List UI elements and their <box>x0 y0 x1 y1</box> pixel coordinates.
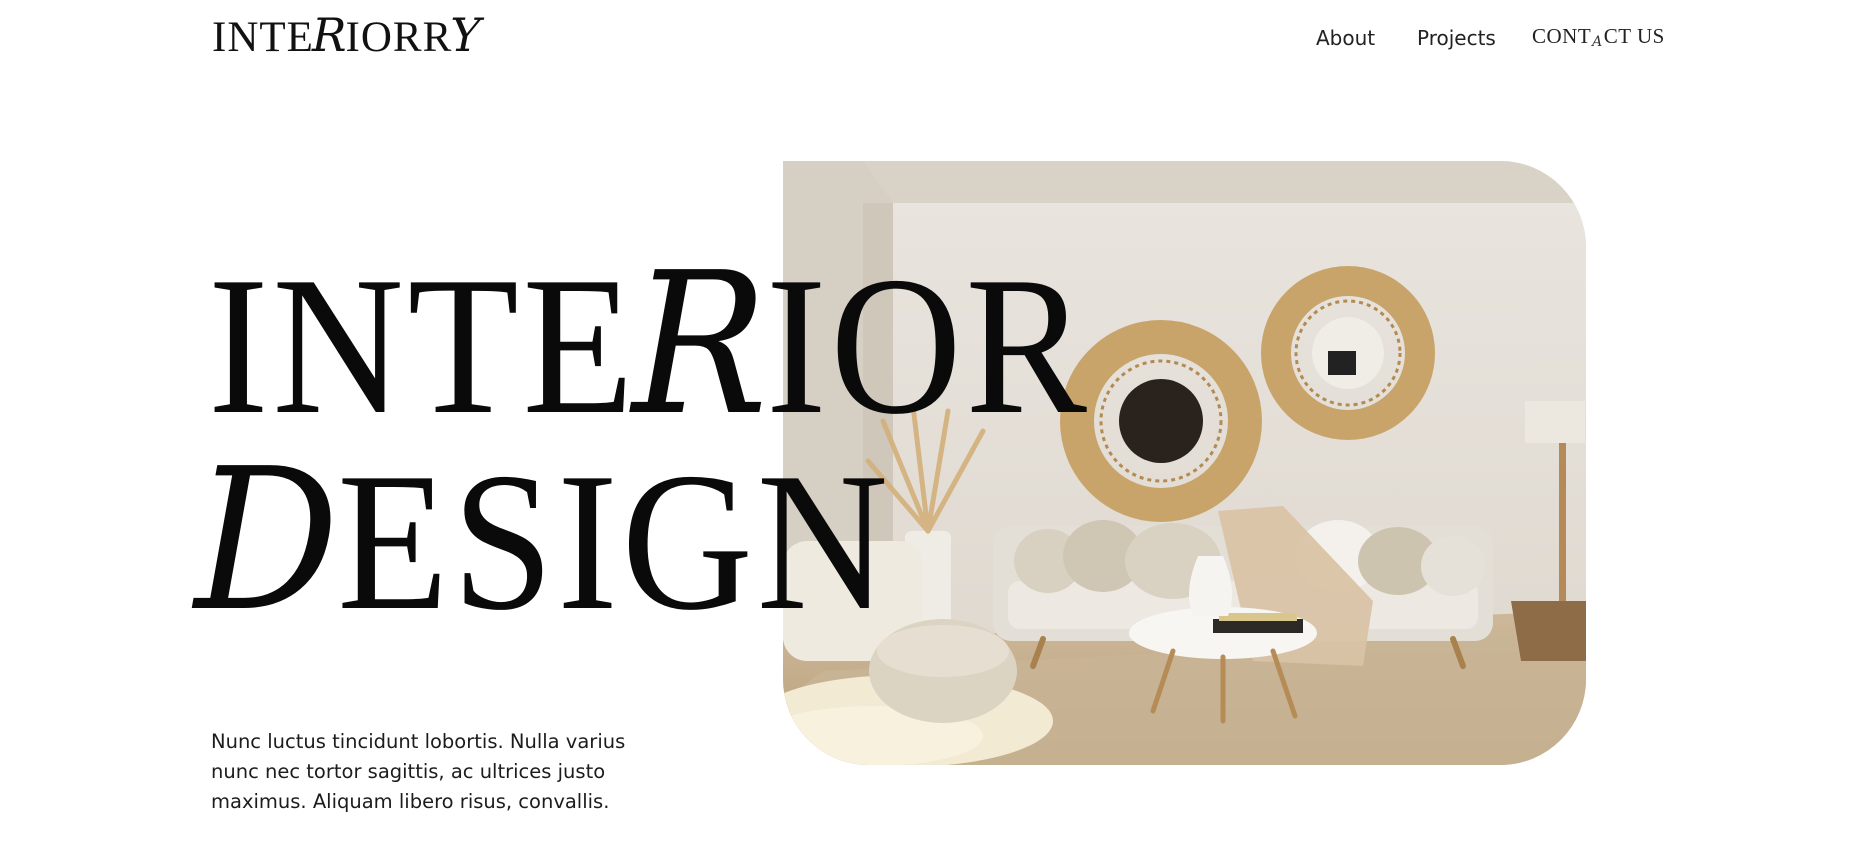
contact-script-letter: A <box>1592 34 1603 50</box>
hero-description: Nunc luctus tincidunt lobortis. Nulla va… <box>211 730 626 813</box>
logo-text-part1: INTE <box>212 14 314 61</box>
site-logo[interactable]: INTE R IORR Y <box>212 8 482 62</box>
hero-title-line-2-script: D <box>194 427 343 655</box>
nav-link-contact[interactable]: CONT A CT US <box>1532 23 1665 50</box>
hero-title-line-1-script: R <box>631 231 772 459</box>
hero-title-line-2: DESIGN <box>194 443 892 641</box>
nav-link-projects[interactable]: Projects <box>1417 25 1496 51</box>
logo-text-part2: IORR <box>345 14 453 61</box>
nav-link-about[interactable]: About <box>1316 25 1375 51</box>
logo-script-letter: R <box>311 8 348 62</box>
hero-title-line-1-part1: INTE <box>208 236 638 455</box>
hero-title-line-1-part2: IOR <box>765 236 1091 455</box>
hero-title-line-1: INTERIOR <box>208 247 1091 445</box>
contact-text-part2: CT US <box>1603 24 1665 48</box>
hero-title-line-2-part2: ESIGN <box>337 432 892 651</box>
logo-script-letter-2: Y <box>450 8 482 62</box>
contact-text-part1: CONT <box>1532 24 1592 48</box>
